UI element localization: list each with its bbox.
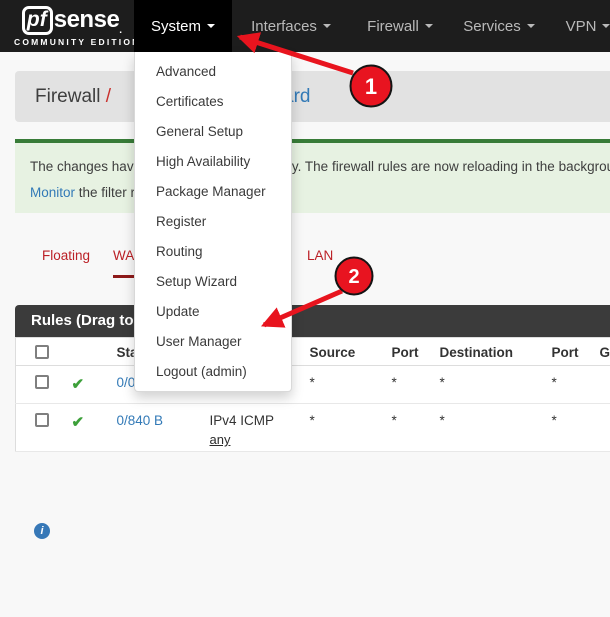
- protocol-label: IPv4 ICMP: [210, 413, 275, 428]
- dest-port-cell: *: [538, 404, 586, 452]
- table-row: ✔ 0/840 B IPv4 ICMP any * * * *: [16, 404, 610, 452]
- menu-item-high-availability[interactable]: High Availability: [135, 147, 291, 177]
- source-cell: *: [296, 404, 378, 452]
- states-link[interactable]: 0/840 B: [117, 413, 164, 428]
- alert-line2: Monitor the filter reload progress.: [30, 180, 610, 206]
- nav-item-interfaces-label: Interfaces: [251, 18, 317, 35]
- port-cell: *: [378, 404, 426, 452]
- rule-enabled-check-icon: ✔: [72, 376, 85, 393]
- breadcrumb-prefix: Firewall: [35, 86, 106, 107]
- rules-table-header-row: States Protocol Source Port Destination …: [16, 338, 610, 366]
- rules-panel-title: Rules (Drag to Change Order): [15, 305, 610, 337]
- nav-item-services-label: Services: [463, 18, 521, 35]
- gateway-cell: [586, 366, 610, 404]
- nav-item-vpn-label: VPN: [566, 18, 597, 35]
- pfsense-logo-dot: .: [119, 27, 122, 35]
- chevron-down-icon: [527, 24, 535, 28]
- monitor-link[interactable]: Monitor: [30, 185, 75, 200]
- apply-changes-success-alert: The changes have been applied successful…: [15, 139, 610, 213]
- source-cell: *: [296, 366, 378, 404]
- nav-item-system-label: System: [151, 18, 201, 35]
- chevron-down-icon: [323, 24, 331, 28]
- nav-item-system[interactable]: System: [134, 0, 232, 52]
- top-navbar: pfsense. COMMUNITY EDITION System Interf…: [0, 0, 610, 52]
- info-icon[interactable]: i: [34, 523, 50, 539]
- destination-cell: *: [426, 404, 538, 452]
- chevron-down-icon: [207, 24, 215, 28]
- pfsense-logo-pf: pf: [22, 6, 53, 35]
- rules-panel: Rules (Drag to Change Order) States Prot…: [15, 305, 610, 452]
- pfsense-logo[interactable]: pfsense. COMMUNITY EDITION: [14, 5, 130, 47]
- breadcrumb: Firewall /: [35, 71, 111, 122]
- menu-item-advanced[interactable]: Advanced: [135, 57, 291, 87]
- col-gateway: Gateway: [586, 338, 610, 366]
- row-checkbox[interactable]: [35, 413, 49, 427]
- col-source: Source: [296, 338, 378, 366]
- menu-item-user-manager[interactable]: User Manager: [135, 327, 291, 357]
- pfsense-logo-sense: sense: [54, 6, 120, 34]
- nav-item-services[interactable]: Services: [450, 0, 548, 52]
- system-dropdown-menu: Advanced Certificates General Setup High…: [134, 52, 292, 392]
- tab-lan[interactable]: LAN: [307, 248, 333, 263]
- menu-item-update[interactable]: Update: [135, 297, 291, 327]
- dest-port-cell: *: [538, 366, 586, 404]
- chevron-down-icon: [602, 24, 610, 28]
- destination-cell: *: [426, 366, 538, 404]
- col-port: Port: [378, 338, 426, 366]
- table-row: ✔ 0/0 B * * * *: [16, 366, 610, 404]
- pfsense-logo-tagline: COMMUNITY EDITION: [14, 37, 130, 47]
- menu-item-routing[interactable]: Routing: [135, 237, 291, 267]
- menu-item-register[interactable]: Register: [135, 207, 291, 237]
- col-dest-port: Port: [538, 338, 586, 366]
- chevron-down-icon: [425, 24, 433, 28]
- protocol-cell: IPv4 ICMP any: [196, 404, 296, 452]
- rules-table: States Protocol Source Port Destination …: [15, 337, 610, 452]
- page-title-panel: Firewall / ard: [15, 71, 610, 122]
- col-status: [58, 338, 103, 366]
- port-cell: *: [378, 366, 426, 404]
- alert-line1: The changes have been applied successful…: [30, 154, 610, 180]
- gateway-cell: [586, 404, 610, 452]
- menu-item-setup-wizard[interactable]: Setup Wizard: [135, 267, 291, 297]
- menu-item-logout[interactable]: Logout (admin): [135, 357, 291, 387]
- select-all-checkbox[interactable]: [35, 345, 49, 359]
- rule-enabled-check-icon: ✔: [72, 414, 85, 431]
- interface-tabs: Floating WAN LAN: [0, 244, 610, 280]
- nav-item-firewall[interactable]: Firewall: [350, 0, 450, 52]
- menu-item-package-manager[interactable]: Package Manager: [135, 177, 291, 207]
- icmp-subtype-link[interactable]: any: [210, 432, 231, 447]
- tab-floating[interactable]: Floating: [42, 248, 90, 263]
- menu-item-general-setup[interactable]: General Setup: [135, 117, 291, 147]
- breadcrumb-separator: /: [106, 86, 111, 107]
- col-destination: Destination: [426, 338, 538, 366]
- nav-item-firewall-label: Firewall: [367, 18, 419, 35]
- row-checkbox[interactable]: [35, 375, 49, 389]
- menu-item-certificates[interactable]: Certificates: [135, 87, 291, 117]
- nav-item-vpn[interactable]: VPN: [550, 0, 610, 52]
- nav-item-interfaces[interactable]: Interfaces: [232, 0, 350, 52]
